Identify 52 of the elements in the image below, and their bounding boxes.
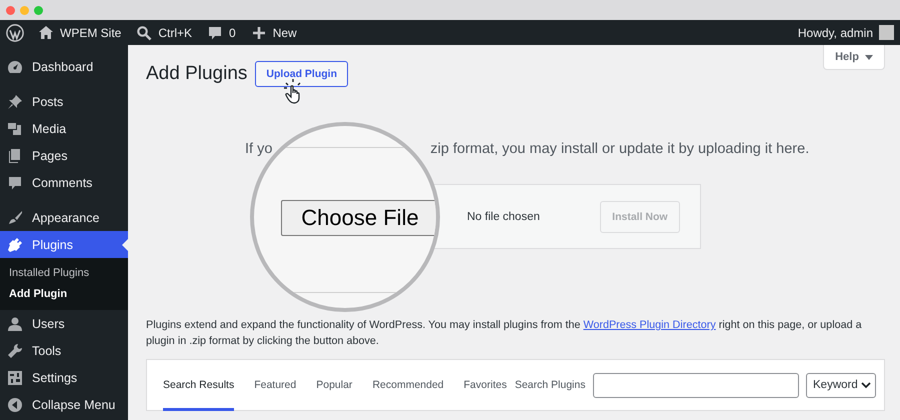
filter-tab[interactable]: Featured <box>254 359 296 411</box>
sidebar-item[interactable]: Settings <box>0 364 128 391</box>
dashboard-icon <box>7 58 23 74</box>
sidebar-item[interactable]: Collapse Menu <box>0 391 128 418</box>
sidebar-item[interactable]: Plugins <box>0 231 128 258</box>
user-icon <box>7 316 23 332</box>
plug-icon <box>7 236 23 252</box>
intro-text: If yo <box>245 140 272 159</box>
plus-icon <box>250 24 267 40</box>
search-icon <box>136 24 152 40</box>
search-label: Search Plugins <box>514 379 586 391</box>
pages-icon <box>7 148 23 164</box>
submenu-item[interactable]: Add Plugin <box>0 284 128 305</box>
account-link[interactable]: Howdy, admin <box>798 26 873 40</box>
filter-tab[interactable]: Popular <box>316 359 352 411</box>
submenu-item[interactable]: Installed Plugins <box>0 263 128 284</box>
help-button[interactable]: Help <box>823 45 885 70</box>
sidebar-item[interactable]: Tools <box>0 337 128 364</box>
settings-icon <box>7 370 23 386</box>
sidebar-item[interactable]: Pages <box>0 142 128 169</box>
wrench-icon <box>7 342 23 358</box>
sidebar-item[interactable]: Dashboard <box>0 53 128 80</box>
chevron-down-icon <box>860 381 871 389</box>
filter-tab[interactable]: Recommended <box>372 359 444 411</box>
filter-tab[interactable]: Search Results <box>163 359 234 411</box>
admin-bar-link[interactable]: Ctrl+K <box>158 26 192 40</box>
home-icon <box>38 24 54 40</box>
admin-bar-link[interactable]: WPEM Site <box>60 26 122 40</box>
pin-icon <box>7 94 23 110</box>
comment-icon <box>207 24 224 40</box>
file-status: No file chosen <box>467 210 540 222</box>
sidebar-item[interactable]: Comments <box>0 169 128 196</box>
admin-bar-link[interactable]: New <box>272 26 297 40</box>
sidebar-item[interactable]: Appearance <box>0 204 128 231</box>
brush-icon <box>7 210 23 226</box>
comment-icon <box>7 174 23 190</box>
choose-file-button[interactable]: Choose File <box>281 200 436 236</box>
description-text: Plugins extend and expand the functionality of WordPress. You may install plugins from the WordPress Plugin Directory right on this page, or upload a plugin in .zip format by clicking the button above. <box>146 318 863 349</box>
media-icon <box>7 120 23 136</box>
logo-icon[interactable] <box>6 24 24 42</box>
sidebar-item[interactable]: Users <box>0 310 128 337</box>
filter-tab[interactable]: Favorites <box>464 359 507 411</box>
sidebar-item[interactable]: Media <box>0 115 128 142</box>
plugin-directory-link[interactable]: WordPress Plugin Directory <box>583 319 716 331</box>
search-type-select[interactable]: Keyword <box>806 372 876 398</box>
admin-bar-link[interactable]: 0 <box>229 26 236 40</box>
sidebar-item[interactable]: Posts <box>0 88 128 115</box>
search-field[interactable] <box>593 372 799 398</box>
page-title: Add Plugins <box>146 63 248 85</box>
collapse-icon <box>7 396 23 412</box>
upload-plugin-button[interactable]: Upload Plugin <box>255 61 348 87</box>
intro-text: zip format, you may install or update it by uploading it here. <box>430 140 810 159</box>
